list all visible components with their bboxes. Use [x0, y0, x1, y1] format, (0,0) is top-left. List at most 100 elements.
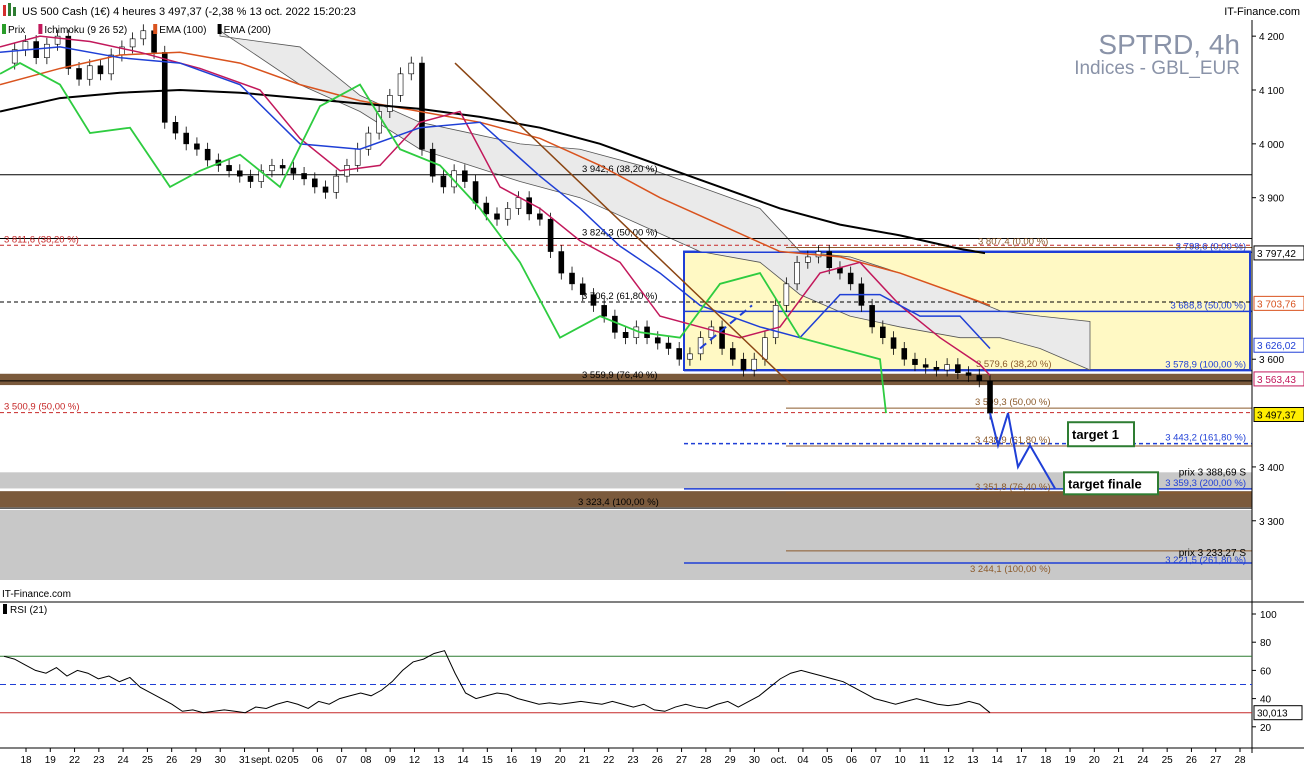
candle-body — [526, 197, 532, 215]
level-label: 3 578,9 (100,00 %) — [1165, 360, 1246, 371]
price-tick-label: 4 000 — [1259, 140, 1284, 151]
rsi-line — [3, 650, 991, 714]
date-tick-label: 26 — [166, 755, 178, 766]
candle-body — [869, 305, 875, 328]
target-finale-label: target finale — [1068, 476, 1142, 491]
date-tick-label: 18 — [1040, 755, 1052, 766]
price-tick-label: 4 200 — [1259, 32, 1284, 43]
date-tick-label: 25 — [1162, 755, 1174, 766]
candle-body — [86, 65, 93, 80]
candle-body — [354, 148, 361, 166]
candle-body — [419, 62, 425, 150]
candle-body — [312, 178, 318, 188]
rsi-tick-label: 100 — [1260, 610, 1277, 621]
date-tick-label: 26 — [652, 755, 664, 766]
date-tick-label: 18 — [20, 755, 32, 766]
legend-swatch — [2, 24, 6, 34]
candle-body — [440, 175, 447, 188]
rsi-tick-label: 60 — [1260, 666, 1272, 677]
candle-body — [665, 342, 672, 349]
date-tick-label: 13 — [433, 755, 445, 766]
date-tick-label: 29 — [725, 755, 737, 766]
legend-swatch — [217, 24, 222, 34]
candle-body — [279, 165, 286, 169]
date-tick-label: 30 — [749, 755, 761, 766]
date-tick-label: 28 — [700, 755, 712, 766]
candle-body — [687, 353, 693, 360]
date-tick-label: 24 — [118, 755, 130, 766]
date-tick-label: 20 — [555, 755, 567, 766]
level-label: 3 359,3 (200,00 %) — [1165, 478, 1246, 489]
candle-body — [129, 38, 136, 48]
candle-body — [515, 197, 522, 209]
date-tick-label: 21 — [1113, 755, 1125, 766]
date-tick-label: 17 — [1016, 755, 1028, 766]
candle-body — [569, 272, 575, 285]
candle-body — [944, 364, 950, 371]
header-candle-icon — [13, 7, 16, 16]
candle-body — [783, 283, 790, 306]
candle-body — [183, 132, 189, 145]
date-tick-label: 19 — [530, 755, 542, 766]
candle-body — [204, 148, 211, 161]
level-label: 3 500,9 (50,00 %) — [4, 402, 80, 413]
source-label-bottom: IT-Finance.com — [2, 589, 71, 600]
date-tick-label: 27 — [1210, 755, 1222, 766]
date-tick-label: 07 — [870, 755, 882, 766]
level-label: 3 811,6 (38,20 %) — [4, 234, 79, 245]
level-label: 3 942,6 (38,20 %) — [582, 164, 658, 175]
candle-body — [301, 173, 307, 180]
candle-body — [933, 367, 940, 371]
date-tick-label: 06 — [312, 755, 324, 766]
legend-item: EMA (100) — [159, 25, 206, 36]
candle-body — [901, 348, 908, 360]
price-chart: US 500 Cash (1€) 4 heures 3 497,37 (-2,3… — [0, 0, 1304, 766]
candle-body — [462, 170, 468, 182]
level-label: 3 824,3 (50,00 %) — [582, 227, 658, 238]
candle-body — [772, 305, 779, 338]
candle-body — [22, 41, 29, 50]
candle-body — [880, 326, 886, 338]
candle-body — [483, 202, 490, 215]
watermark-symbol: SPTRD, 4h — [1098, 29, 1240, 60]
candle-body — [269, 165, 275, 172]
date-tick-label: 04 — [797, 755, 809, 766]
candle-body — [794, 262, 800, 285]
candle-body — [847, 272, 854, 285]
level-label: 3 443,2 (161,80 %) — [1165, 433, 1246, 444]
rsi-tick-label: 40 — [1260, 695, 1272, 706]
price-tag-label: 3 626,02 — [1257, 341, 1296, 352]
candle-body — [397, 73, 404, 96]
level-label: 3 559,9 (76,40 %) — [582, 370, 658, 381]
level-label: 3 323,4 (100,00 %) — [578, 497, 659, 508]
candle-body — [76, 68, 82, 80]
legend-swatch — [38, 24, 43, 34]
candle-body — [976, 375, 983, 382]
date-tick-label: 28 — [1234, 755, 1246, 766]
date-tick-label: 21 — [579, 755, 591, 766]
candle-body — [172, 122, 179, 134]
date-tick-label: oct. — [771, 755, 787, 766]
price-alert-label: prix 3 388,69 S — [1179, 467, 1247, 478]
watermark-sub: Indices - GBL_EUR — [1074, 58, 1240, 79]
date-tick-label: 25 — [142, 755, 154, 766]
candle-body — [494, 213, 500, 220]
date-tick-label: 24 — [1137, 755, 1149, 766]
candle-body — [729, 348, 736, 360]
candle-body — [590, 294, 597, 306]
candle-body — [161, 52, 168, 123]
date-tick-label: 15 — [482, 755, 494, 766]
candle-body — [537, 213, 543, 220]
date-tick-label: sept. 02 — [251, 755, 287, 766]
candle-body — [805, 256, 811, 263]
date-tick-label: 05 — [822, 755, 834, 766]
candle-body — [322, 186, 329, 193]
candle-body — [97, 65, 104, 75]
candle-body — [601, 305, 607, 317]
candle-body — [912, 358, 918, 365]
support-zone — [0, 510, 1252, 580]
header-candle-icon — [8, 3, 11, 16]
date-tick-label: 07 — [336, 755, 348, 766]
candle-body — [247, 175, 254, 182]
date-tick-label: 06 — [846, 755, 858, 766]
